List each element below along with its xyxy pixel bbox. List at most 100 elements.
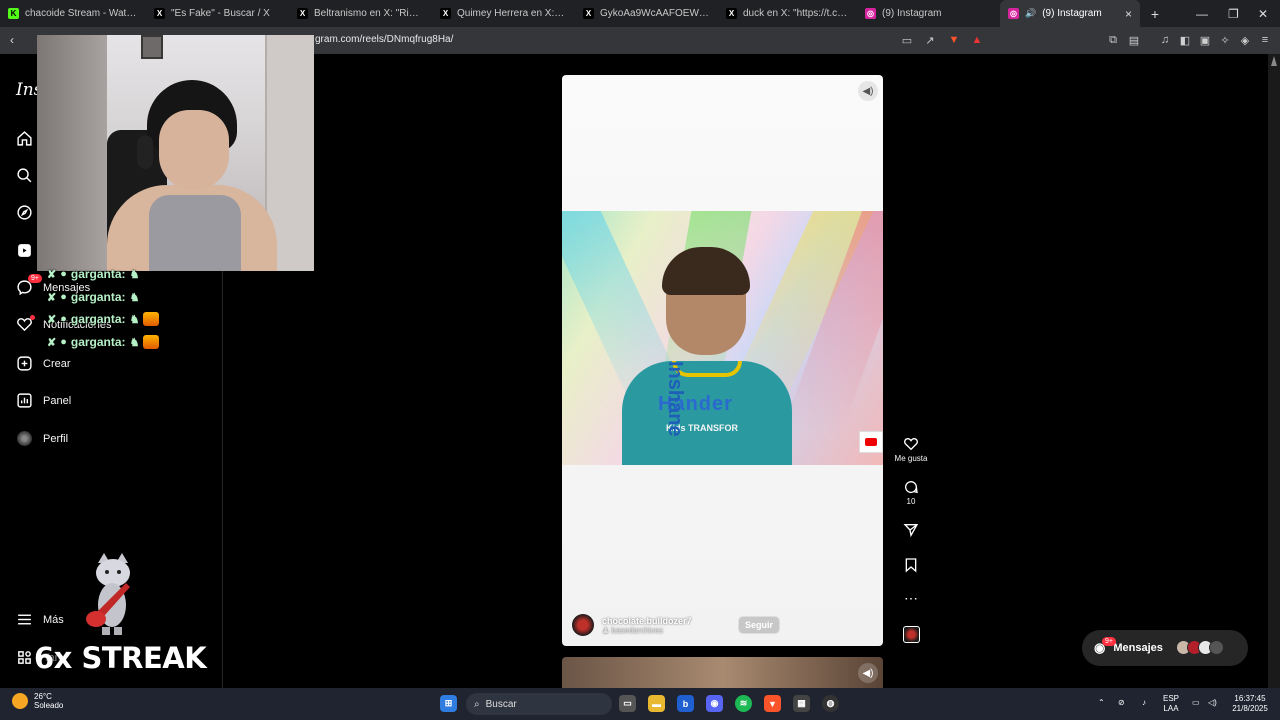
- share-button[interactable]: [890, 522, 932, 538]
- more-icon: ⋯: [904, 590, 918, 606]
- instagram-icon: ◎: [865, 8, 876, 19]
- browser-tab[interactable]: K chacoide Stream - Watch L: [0, 0, 146, 27]
- close-window-button[interactable]: ✕: [1258, 0, 1268, 27]
- new-tab-button[interactable]: +: [1140, 0, 1170, 27]
- music-icon[interactable]: ♫: [1158, 33, 1172, 47]
- sidebar-item-reels[interactable]: [16, 242, 33, 259]
- windows-taskbar: [0, 688, 1280, 720]
- sidebar-item-panel[interactable]: Panel: [16, 392, 71, 409]
- follow-button[interactable]: Seguir: [738, 616, 781, 634]
- chat-username: garganta:: [70, 290, 126, 304]
- sidebar-toggle-icon[interactable]: ◧: [1178, 33, 1192, 47]
- emote-icon: ●: [60, 268, 67, 280]
- close-tab-icon[interactable]: ×: [1125, 7, 1132, 21]
- volume-icon[interactable]: ◀): [858, 81, 878, 101]
- comment-icon: [905, 481, 918, 494]
- chat-username: garganta:: [70, 312, 126, 326]
- headphones: [137, 135, 153, 169]
- sidebar-item-search[interactable]: [16, 167, 33, 184]
- like-button[interactable]: Me gusta: [890, 436, 932, 463]
- clock[interactable]: 16:37:45 21/8/2025: [1229, 694, 1271, 714]
- app-icon[interactable]: ▦: [793, 695, 810, 712]
- sidebar-item-label: Perfil: [43, 432, 69, 445]
- browser-tab[interactable]: X duck en X: "https://t.co/BYf15e: [718, 0, 857, 27]
- share-icon[interactable]: ↗: [923, 33, 937, 47]
- brave-shield-icon[interactable]: ▼: [947, 33, 961, 47]
- reel-video-frame[interactable]: Hander Kids TRANSFOR Inshane: [562, 211, 883, 465]
- brave-rewards-icon[interactable]: ▲: [970, 33, 984, 47]
- volume-icon[interactable]: ◀): [858, 663, 878, 683]
- emote-icon: ♞: [129, 313, 140, 326]
- tab-label: (9) Instagram: [882, 8, 942, 19]
- chat-message: ✘ ● garganta: ♞: [47, 267, 139, 281]
- tray-chevron-icon[interactable]: ⌃: [1098, 698, 1105, 708]
- audio-thumbnail[interactable]: [903, 626, 920, 643]
- emote-icon: ●: [60, 291, 67, 303]
- screen-icon[interactable]: ▭: [900, 33, 914, 47]
- volume-icon[interactable]: ◁): [1208, 698, 1217, 708]
- brave-icon[interactable]: ▼: [764, 695, 781, 712]
- page-scrollbar[interactable]: [1268, 54, 1280, 688]
- reel-video-player[interactable]: ◀) Hander Kids TRANSFOR Inshane chocolat…: [562, 75, 883, 646]
- minimize-button[interactable]: —: [1196, 0, 1208, 27]
- reader-icon[interactable]: ▤: [1127, 33, 1141, 47]
- messenger-icon: 9+: [16, 274, 42, 296]
- language-indicator[interactable]: ESP LAA: [1163, 694, 1179, 714]
- bookmark-icon: [905, 558, 917, 573]
- discord-icon[interactable]: ◉: [706, 695, 723, 712]
- sidebar-item-home[interactable]: [16, 130, 33, 147]
- menu-icon: [16, 611, 33, 628]
- instagram-icon: ◎: [1008, 8, 1019, 19]
- microphone-icon[interactable]: ♪: [1142, 698, 1146, 708]
- maximize-button[interactable]: ❐: [1228, 0, 1239, 27]
- back-icon[interactable]: ‹: [10, 33, 14, 47]
- windows-start-icon[interactable]: ⊞: [440, 695, 457, 712]
- keyboard-layout: LAA: [1163, 704, 1179, 713]
- browser-tab[interactable]: X "Es Fake" - Buscar / X: [146, 0, 289, 27]
- wallet-icon[interactable]: ▣: [1198, 33, 1212, 47]
- browser-tab[interactable]: X Quimey Herrera en X: "https://: [432, 0, 575, 27]
- taskbar-search[interactable]: ⌕ Buscar: [466, 693, 612, 715]
- browser-tab-active[interactable]: ◎ 🔊 (9) Instagram ×: [1000, 0, 1140, 27]
- spotify-icon[interactable]: ≋: [735, 695, 752, 712]
- browser-tab[interactable]: X Beltranismo en X: "Riquelme c: [289, 0, 432, 27]
- network-icon[interactable]: ⊘: [1118, 698, 1125, 708]
- tab-label: Quimey Herrera en X: "https://: [457, 8, 567, 19]
- menu-icon[interactable]: ≡: [1258, 33, 1272, 47]
- reel-audio[interactable]: ♟ basedarchives: [602, 626, 692, 635]
- x-icon: X: [726, 8, 737, 19]
- sidebar-item-more[interactable]: Más: [16, 611, 64, 628]
- extensions-icon[interactable]: ⧉: [1106, 33, 1120, 47]
- x-icon: X: [440, 8, 451, 19]
- sidebar-item-profile[interactable]: Perfil: [16, 430, 68, 447]
- send-icon: [903, 524, 919, 538]
- vpn-icon[interactable]: ◈: [1238, 33, 1252, 47]
- browser-tab[interactable]: X GykoAa9WcAAFOEW (680×52: [575, 0, 718, 27]
- save-button[interactable]: [890, 557, 932, 573]
- display-icon[interactable]: ▭: [1192, 698, 1200, 708]
- obs-icon[interactable]: ◍: [822, 695, 839, 712]
- more-options-button[interactable]: ⋯: [890, 590, 932, 607]
- sidebar-item-create[interactable]: Crear: [16, 355, 71, 372]
- bing-icon[interactable]: b: [677, 695, 694, 712]
- people-icon: ♟: [602, 625, 610, 635]
- author-username[interactable]: chocolate.bulldozer7: [602, 616, 692, 626]
- next-reel-preview[interactable]: ◀): [562, 657, 883, 688]
- apps-icon: [16, 649, 33, 666]
- task-view-icon[interactable]: ▭: [619, 695, 636, 712]
- author-avatar[interactable]: [572, 614, 594, 636]
- tab-label: "Es Fake" - Buscar / X: [171, 8, 270, 19]
- reel-author[interactable]: chocolate.bulldozer7 ♟ basedarchives: [572, 614, 692, 636]
- chat-username: garganta:: [70, 267, 126, 281]
- sword-icon: ✘: [47, 313, 57, 326]
- screen: K chacoide Stream - Watch L X "Es Fake" …: [0, 0, 1280, 720]
- comment-count: 10: [906, 497, 916, 506]
- comment-button[interactable]: 10: [890, 479, 932, 506]
- wall-picture: [141, 35, 163, 59]
- sidebar-item-explore[interactable]: [16, 204, 33, 221]
- leo-icon[interactable]: ✧: [1218, 33, 1232, 47]
- browser-tab[interactable]: ◎ (9) Instagram: [857, 0, 1000, 27]
- weather-widget[interactable]: 26°C Soleado: [12, 692, 63, 710]
- url-field[interactable]: gram.com/reels/DNmqfrug8Ha/: [315, 34, 453, 45]
- file-explorer-icon[interactable]: ▬: [648, 695, 665, 712]
